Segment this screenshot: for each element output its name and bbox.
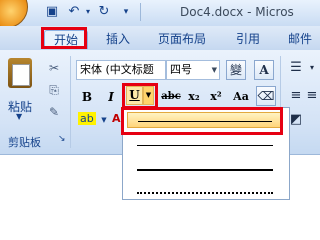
tab-insert[interactable]: 插入 [96, 30, 140, 48]
tab-references[interactable]: 引用 [226, 30, 270, 48]
title-separator [140, 3, 141, 21]
align-center-icon[interactable]: ≡ [304, 88, 320, 104]
superscript-button[interactable]: x² [208, 88, 224, 106]
title-bar: ▣ ↶ ▾ ↻ ▾ Doc4.docx - Micros [0, 0, 320, 28]
underline-style-thick[interactable] [127, 163, 283, 179]
phonetic-guide-button[interactable]: 變 [226, 60, 246, 80]
strikethrough-button[interactable]: abc [160, 88, 182, 106]
chevron-down-icon: ▼ [211, 66, 217, 74]
office-button[interactable] [0, 0, 28, 28]
tab-mailings[interactable]: 邮件 [280, 30, 320, 48]
home-tab-highlight [41, 27, 87, 49]
font-name-value: 宋体 (中文标题 [80, 63, 154, 76]
clipboard-dialog-launcher-icon[interactable]: ↘ [58, 134, 66, 144]
copy-icon[interactable]: ⎘ [46, 82, 62, 98]
underline-sample-line [137, 145, 273, 146]
italic-button[interactable]: I [104, 88, 118, 106]
bullets-dropdown-icon[interactable]: ▾ [304, 60, 320, 76]
bullets-icon[interactable]: ☰ [288, 60, 304, 76]
clipboard-group-label: 剪贴板 [8, 136, 41, 149]
tab-page-layout[interactable]: 页面布局 [152, 30, 212, 48]
underline-style-dotted[interactable] [127, 186, 283, 202]
align-left-icon[interactable]: ≡ [288, 88, 304, 104]
chevron-down-icon: ▼ [101, 116, 107, 124]
font-size-select[interactable]: 四号 ▼ [166, 60, 220, 80]
customize-quick-access-icon[interactable]: ▾ [118, 4, 134, 20]
underline-sample-line [137, 192, 273, 194]
bold-button[interactable]: B [80, 88, 94, 106]
shading-icon[interactable]: ◩ [288, 112, 304, 128]
phonetic-guide-icon: 變 [229, 63, 242, 77]
subscript-button[interactable]: x₂ [186, 88, 202, 106]
redo-icon[interactable]: ↻ [96, 4, 112, 20]
char-border-icon: A [259, 63, 269, 77]
change-case-button[interactable]: Aa [232, 88, 250, 106]
font-color-icon: A [112, 112, 121, 125]
highlight-icon: ab [78, 112, 96, 125]
cut-icon[interactable]: ✂ [46, 60, 62, 76]
undo-dropdown-icon[interactable]: ▾ [80, 4, 96, 20]
clear-format-icon: ⌫ [257, 89, 275, 103]
char-border-button[interactable]: A [254, 60, 274, 80]
window-title: Doc4.docx - Micros [180, 5, 294, 19]
clear-format-button[interactable]: ⌫ [256, 86, 276, 106]
highlight-color-button[interactable]: ab ▼ [78, 112, 107, 128]
format-painter-icon[interactable]: ✎ [46, 104, 62, 120]
selected-underline-highlight [121, 107, 283, 135]
font-name-select[interactable]: 宋体 (中文标题 [76, 60, 166, 80]
underline-style-double-line[interactable] [127, 139, 283, 155]
paste-dropdown-icon[interactable]: ▼ [16, 112, 22, 121]
font-color-button[interactable]: A [112, 112, 121, 128]
font-size-value: 四号 [170, 63, 192, 76]
underline-highlight [122, 83, 158, 109]
underline-sample-line [137, 169, 273, 171]
save-icon[interactable]: ▣ [44, 4, 60, 20]
paste-icon[interactable] [8, 58, 32, 88]
group-divider [70, 56, 71, 148]
